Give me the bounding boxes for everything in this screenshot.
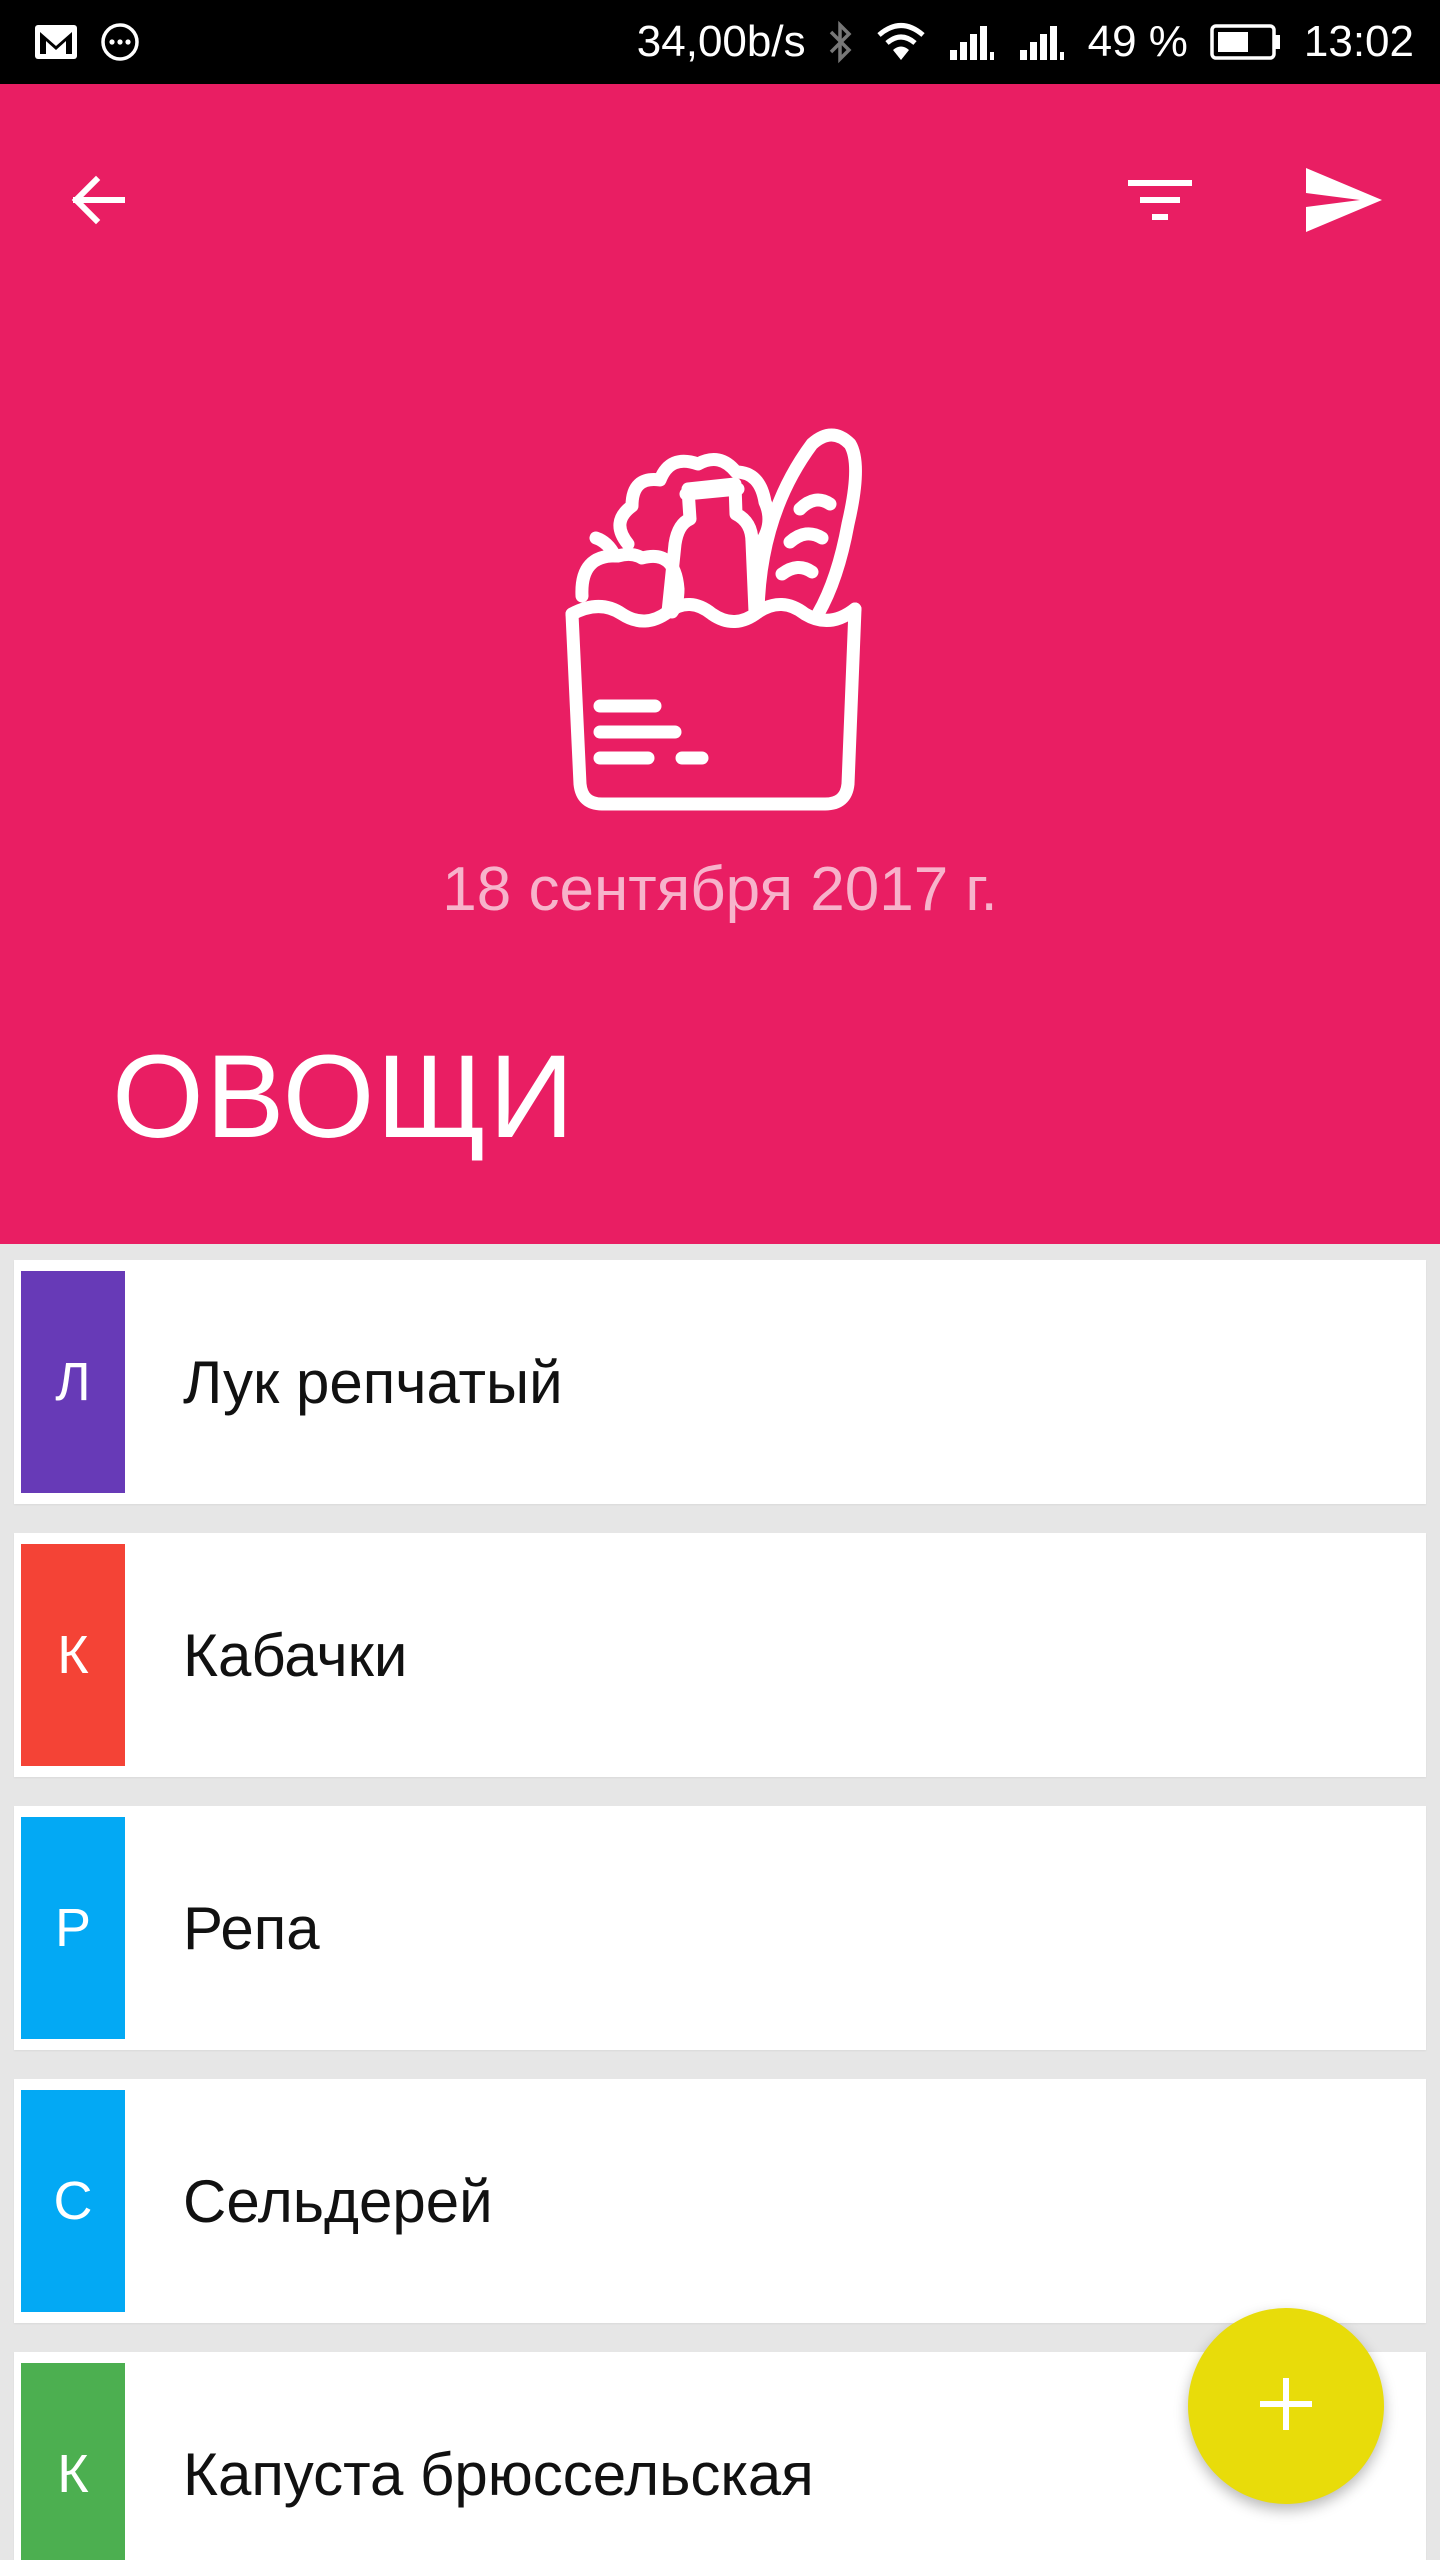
list-item[interactable]: Л Лук репчатый xyxy=(14,1260,1426,1504)
list-date: 18 сентября 2017 г. xyxy=(442,855,998,924)
list-title: ОВОЩИ xyxy=(112,1031,576,1163)
network-speed: 34,00b/s xyxy=(636,17,806,66)
item-avatar-letter: Р xyxy=(54,1898,92,1958)
item-label: Кабачки xyxy=(183,1621,408,1689)
send-icon xyxy=(1304,166,1384,239)
item-avatar: Р xyxy=(21,1817,125,2039)
back-button[interactable] xyxy=(38,142,158,262)
item-avatar-letter: Л xyxy=(55,1352,91,1412)
list-header: 18 сентября 2017 г. ОВОЩИ xyxy=(0,84,1440,1244)
signal-icon xyxy=(948,22,996,62)
list-item[interactable]: С Сельдерей xyxy=(14,2079,1426,2323)
item-label: Капуста брюссельская xyxy=(183,2440,814,2508)
gmail-icon xyxy=(34,24,78,60)
clock: 13:02 xyxy=(1303,17,1414,66)
item-avatar: Л xyxy=(21,1271,125,1493)
plus-icon xyxy=(1258,2376,1314,2437)
item-avatar: К xyxy=(21,2363,125,2560)
bluetooth-icon xyxy=(828,20,854,64)
item-label: Репа xyxy=(183,1894,320,1962)
item-avatar-letter: С xyxy=(53,2171,93,2231)
chat-icon xyxy=(100,22,140,62)
add-item-button[interactable] xyxy=(1188,2308,1384,2504)
item-avatar-letter: К xyxy=(57,2444,89,2504)
item-label: Лук репчатый xyxy=(183,1348,563,1416)
list-item[interactable]: К Кабачки xyxy=(14,1533,1426,1777)
item-avatar: К xyxy=(21,1544,125,1766)
send-button[interactable] xyxy=(1284,142,1404,262)
item-label: Сельдерей xyxy=(183,2167,493,2235)
status-left xyxy=(34,22,140,62)
signal-icon xyxy=(1018,22,1066,62)
item-avatar: С xyxy=(21,2090,125,2312)
filter-button[interactable] xyxy=(1101,142,1221,262)
filter-icon xyxy=(1126,170,1196,235)
list-item[interactable]: Р Репа xyxy=(14,1806,1426,2050)
status-bar: 34,00b/s 49 % 13:02 xyxy=(0,0,1440,84)
status-right: 34,00b/s 49 % 13:02 xyxy=(637,17,1414,67)
item-avatar-letter: К xyxy=(57,1625,89,1685)
grocery-bag-icon xyxy=(560,424,880,824)
wifi-icon xyxy=(876,22,926,62)
battery-icon xyxy=(1210,23,1282,61)
battery-percent: 49 % xyxy=(1087,17,1188,66)
arrow-back-icon xyxy=(66,168,130,237)
